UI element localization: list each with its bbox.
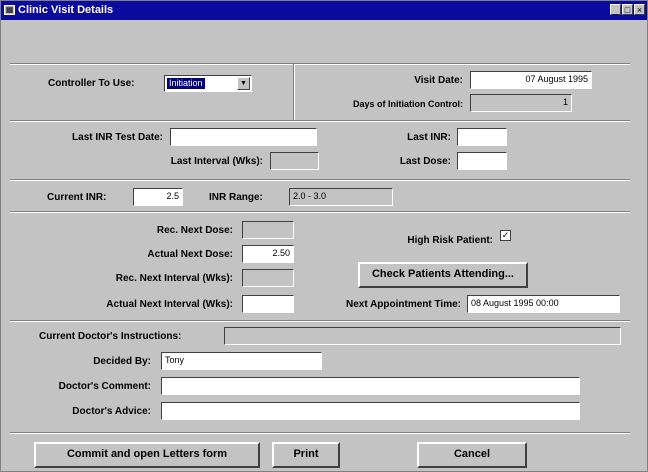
next-appointment-label: Next Appointment Time:	[345, 299, 461, 310]
title-bar[interactable]: ▦ Clinic Visit Details _ □ ×	[1, 1, 647, 20]
inr-range-label: INR Range:	[209, 192, 263, 203]
controller-selected-value: Initiation	[167, 78, 205, 89]
print-button[interactable]: Print	[272, 442, 340, 468]
chevron-down-icon[interactable]: ▼	[237, 77, 250, 90]
divider	[10, 120, 630, 122]
minimize-icon[interactable]: _	[610, 4, 621, 15]
doctors-advice-field[interactable]	[161, 402, 580, 420]
actual-next-dose-field[interactable]: 2.50	[242, 245, 294, 263]
doctor-instructions-field	[224, 327, 621, 345]
divider	[10, 179, 630, 181]
actual-next-interval-label: Actual Next Interval (Wks):	[106, 299, 233, 310]
doctors-advice-label: Doctor's Advice:	[72, 406, 151, 417]
divider	[10, 63, 630, 65]
days-initiation-field: 1	[470, 94, 572, 112]
last-interval-field	[270, 152, 319, 170]
divider	[10, 320, 630, 322]
last-inr-label: Last INR:	[407, 132, 451, 143]
rec-next-dose-field	[242, 221, 294, 239]
window-menu-icon[interactable]: ▦	[4, 5, 15, 15]
last-inr-test-date-field[interactable]	[170, 128, 317, 146]
visit-date-label: Visit Date:	[414, 75, 463, 86]
controller-label: Controller To Use:	[48, 78, 135, 89]
next-appointment-field[interactable]: 08 August 1995 00:00	[467, 295, 620, 313]
doctors-comment-label: Doctor's Comment:	[58, 381, 151, 392]
commit-open-letters-button[interactable]: Commit and open Letters form	[34, 442, 260, 468]
rec-next-interval-label: Rec. Next Interval (Wks):	[115, 273, 233, 284]
high-risk-label: High Risk Patient:	[407, 235, 493, 246]
decided-by-label: Decided By:	[93, 356, 151, 367]
check-patients-attending-button[interactable]: Check Patients Attending...	[358, 262, 528, 288]
actual-next-interval-field[interactable]	[242, 295, 294, 313]
rec-next-interval-field	[242, 269, 294, 287]
rec-next-dose-label: Rec. Next Dose:	[156, 225, 233, 236]
controller-select[interactable]: Initiation ▼	[164, 75, 252, 92]
inr-range-field: 2.0 - 3.0	[289, 188, 393, 206]
close-icon[interactable]: ×	[634, 4, 645, 15]
cancel-button[interactable]: Cancel	[417, 442, 527, 468]
last-dose-field[interactable]	[457, 152, 507, 170]
days-initiation-label: Days of Initiation Control:	[353, 99, 463, 109]
high-risk-checkbox[interactable]: ✓	[500, 230, 511, 241]
divider	[10, 211, 630, 213]
doctors-comment-field[interactable]	[161, 377, 580, 395]
doctor-instructions-label: Current Doctor's Instructions:	[39, 331, 182, 342]
last-dose-label: Last Dose:	[399, 156, 451, 167]
visit-date-field[interactable]: 07 August 1995	[470, 71, 592, 89]
last-inr-field[interactable]	[457, 128, 507, 146]
decided-by-field[interactable]: Tony	[161, 352, 322, 370]
divider	[293, 64, 295, 120]
last-inr-test-date-label: Last INR Test Date:	[72, 132, 163, 143]
current-inr-label: Current INR:	[47, 192, 107, 203]
clinic-visit-window: ▦ Clinic Visit Details _ □ × Controller …	[0, 0, 648, 472]
last-interval-label: Last Interval (Wks):	[170, 156, 263, 167]
maximize-icon[interactable]: □	[622, 4, 633, 15]
window-title: Clinic Visit Details	[18, 4, 114, 16]
divider	[10, 432, 630, 434]
current-inr-field[interactable]: 2.5	[133, 188, 183, 206]
actual-next-dose-label: Actual Next Dose:	[147, 249, 233, 260]
